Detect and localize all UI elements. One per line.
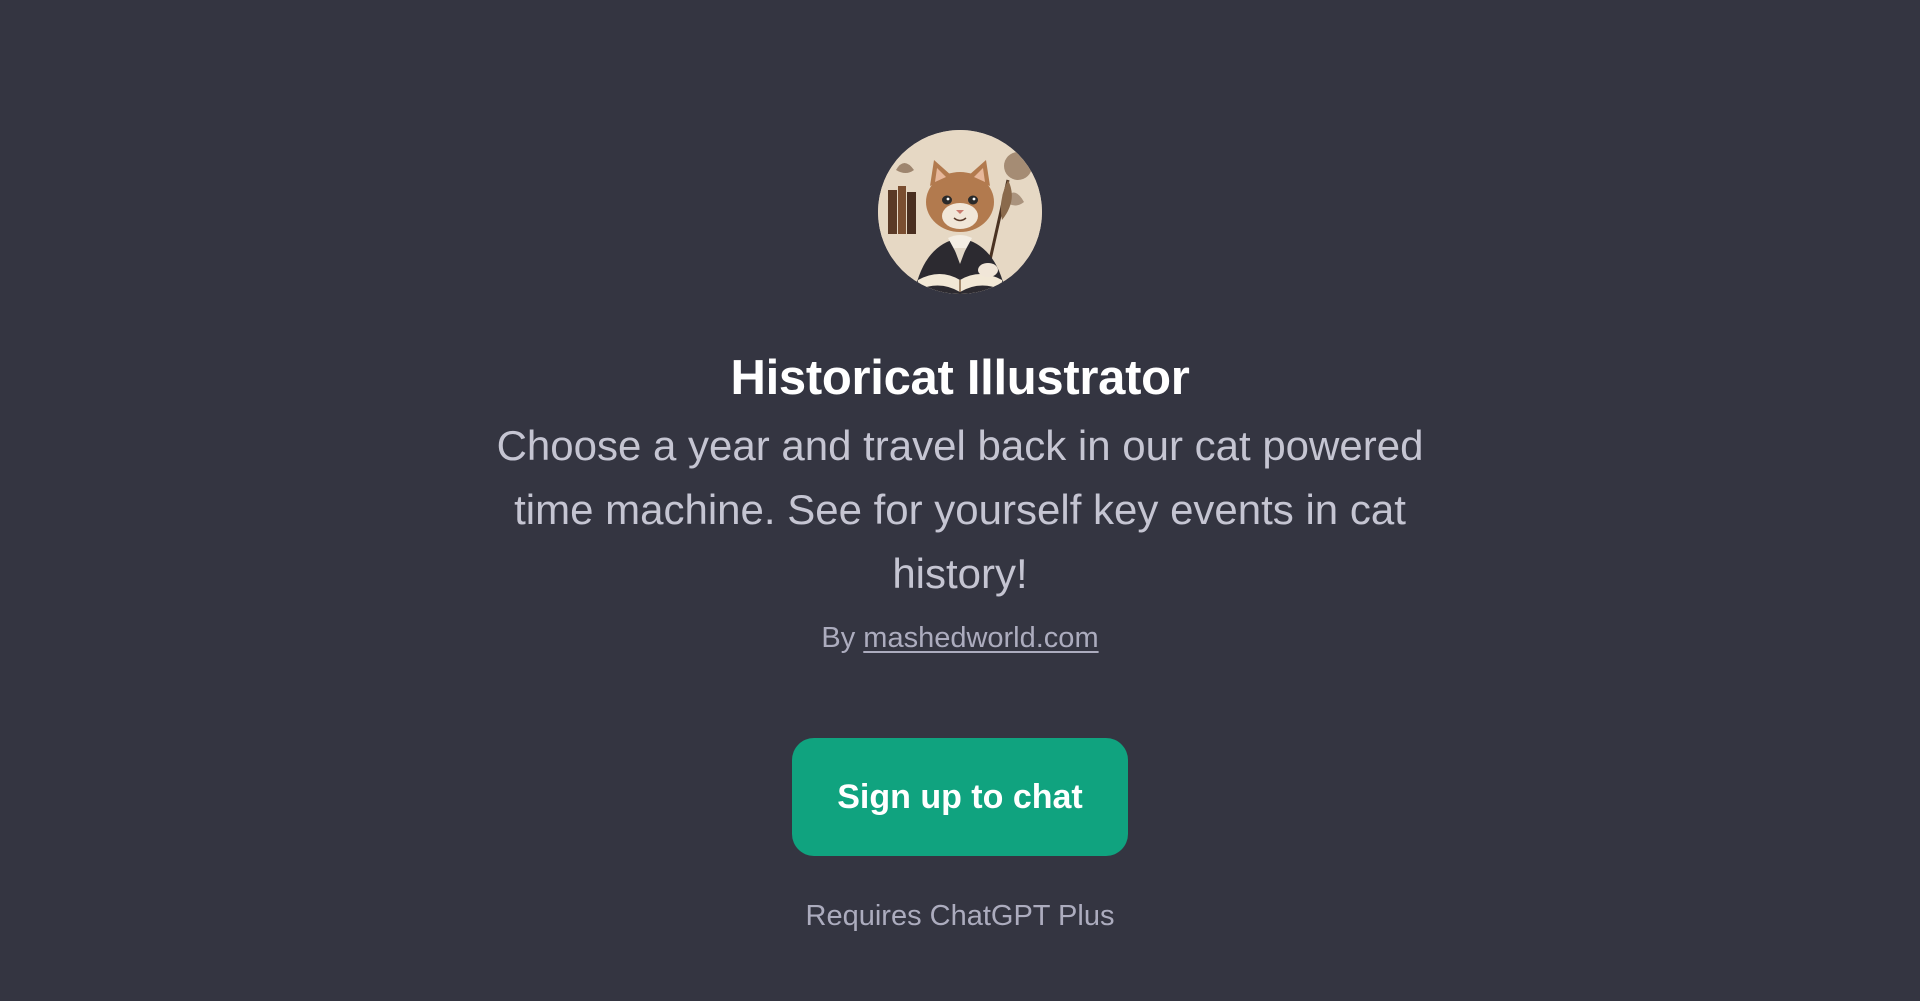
plus-requirement-note: Requires ChatGPT Plus: [805, 900, 1115, 932]
gpt-description: Choose a year and travel back in our cat…: [496, 422, 1424, 597]
author-link[interactable]: mashedworld.com: [863, 622, 1098, 654]
sign-up-to-chat-button[interactable]: Sign up to chat: [792, 738, 1128, 856]
byline-prefix: By: [821, 622, 856, 654]
gpt-title: Historicat Illustrator: [730, 351, 1190, 405]
author-byline: By mashedworld.com: [821, 618, 1098, 658]
cat-scholar-avatar-icon: [878, 130, 1042, 294]
gpt-avatar: [878, 130, 1042, 294]
gpt-landing-page: Historicat Illustrator Choose a year and…: [0, 0, 1920, 1001]
